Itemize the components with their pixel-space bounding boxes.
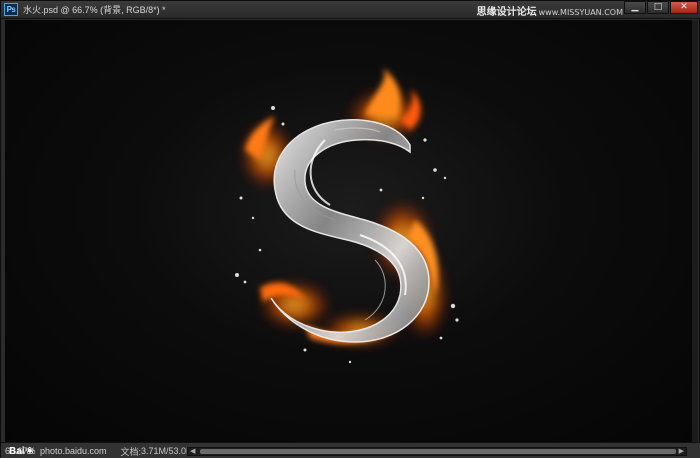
scroll-right-icon[interactable]: ▶: [679, 447, 684, 455]
maximize-button[interactable]: □: [647, 1, 669, 14]
photoshop-icon: Ps: [4, 3, 18, 16]
photo-watermark-text: photo.baidu.com: [39, 446, 107, 456]
horizontal-scrollbar[interactable]: ◀ ▶: [187, 447, 687, 456]
close-button[interactable]: ✕: [670, 1, 698, 14]
watermark-sub-text: www.MISSYUAN.COM: [538, 8, 623, 17]
scroll-left-icon[interactable]: ◀: [190, 447, 195, 455]
watermark-main-text: 思缘设计论坛: [476, 7, 537, 18]
document-title-bar[interactable]: Ps 水火.psd @ 66.7% (背景, RGB/8*) * 思缘设计论坛 w…: [1, 1, 700, 19]
horizontal-scroll-thumb[interactable]: [200, 449, 676, 454]
document-size-label: 文档:: [120, 446, 142, 457]
document-window: Ps 水火.psd @ 66.7% (背景, RGB/8*) * 思缘设计论坛 w…: [0, 0, 700, 458]
status-bar: 66.67% Bai ❀ photo.baidu.com 文档: 3.71M/5…: [1, 442, 700, 458]
minimize-button[interactable]: ▁: [624, 1, 646, 14]
document-title: 水火.psd @ 66.7% (背景, RGB/8*) *: [23, 5, 166, 15]
baidu-watermark: Bai: [9, 445, 25, 457]
vertical-scrollbar[interactable]: [692, 20, 698, 442]
document-canvas[interactable]: [5, 20, 695, 442]
window-controls: ▁ □ ✕: [624, 1, 698, 14]
baidu-paw-icon: ❀: [25, 445, 34, 457]
water-fire-letter-s-artwork: [235, 68, 459, 364]
document-size-value: 3.71M/53.0M: [141, 446, 194, 456]
watermark-logo: 思缘设计论坛 www.MISSYUAN.COM: [477, 3, 623, 18]
